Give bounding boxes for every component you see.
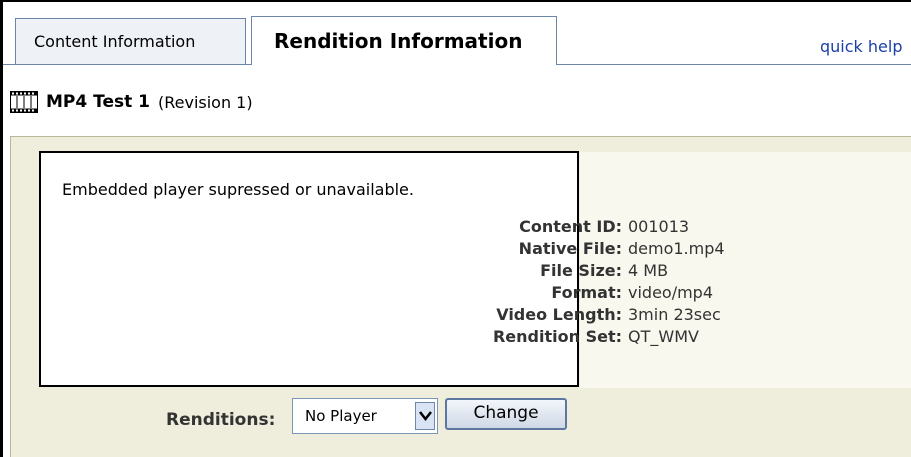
info-labels: Content ID: Native File: File Size: Form… — [493, 216, 622, 348]
file-size-value: 4 MB — [628, 261, 669, 280]
content-id-value: 001013 — [628, 217, 690, 236]
change-button[interactable]: Change — [445, 398, 567, 430]
file-size-label: File Size: — [540, 261, 622, 280]
rendition-set-value: QT_WMV — [628, 327, 699, 346]
player-message: Embedded player supressed or unavailable… — [62, 180, 414, 199]
native-file-value: demo1.mp4 — [628, 239, 725, 258]
quick-help-link[interactable]: quick help — [820, 37, 902, 56]
item-revision: (Revision 1) — [157, 92, 253, 112]
format-label: Format: — [551, 283, 622, 302]
tab-strip-rule-right — [557, 64, 911, 65]
renditions-label: Renditions: — [166, 410, 276, 430]
rendition-set-label: Rendition Set: — [492, 327, 622, 346]
chevron-down-icon[interactable] — [415, 402, 435, 430]
tab-rendition-information-label: Rendition Information — [274, 29, 523, 53]
renditions-selected-value: No Player — [305, 407, 377, 425]
film-icon — [10, 91, 38, 113]
tab-content-information[interactable]: Content Information — [15, 18, 246, 64]
content-id-label: Content ID: — [519, 217, 622, 236]
renditions-select[interactable]: No Player — [292, 398, 438, 434]
native-file-label: Native File: — [518, 239, 622, 258]
info-values: 001013 demo1.mp4 4 MB video/mp4 3min 23s… — [628, 216, 725, 348]
video-length-label: Video Length: — [496, 305, 622, 324]
tab-strip-rule-left — [3, 64, 252, 65]
tab-content-information-label: Content Information — [34, 32, 196, 51]
tab-rendition-information[interactable]: Rendition Information — [251, 16, 557, 65]
top-border — [0, 0, 911, 2]
video-length-value: 3min 23sec — [628, 305, 721, 324]
item-title: MP4 Test 1 — [46, 92, 150, 112]
item-title-row: MP4 Test 1 (Revision 1) — [10, 90, 253, 114]
format-value: video/mp4 — [628, 283, 714, 302]
left-border — [0, 0, 3, 457]
